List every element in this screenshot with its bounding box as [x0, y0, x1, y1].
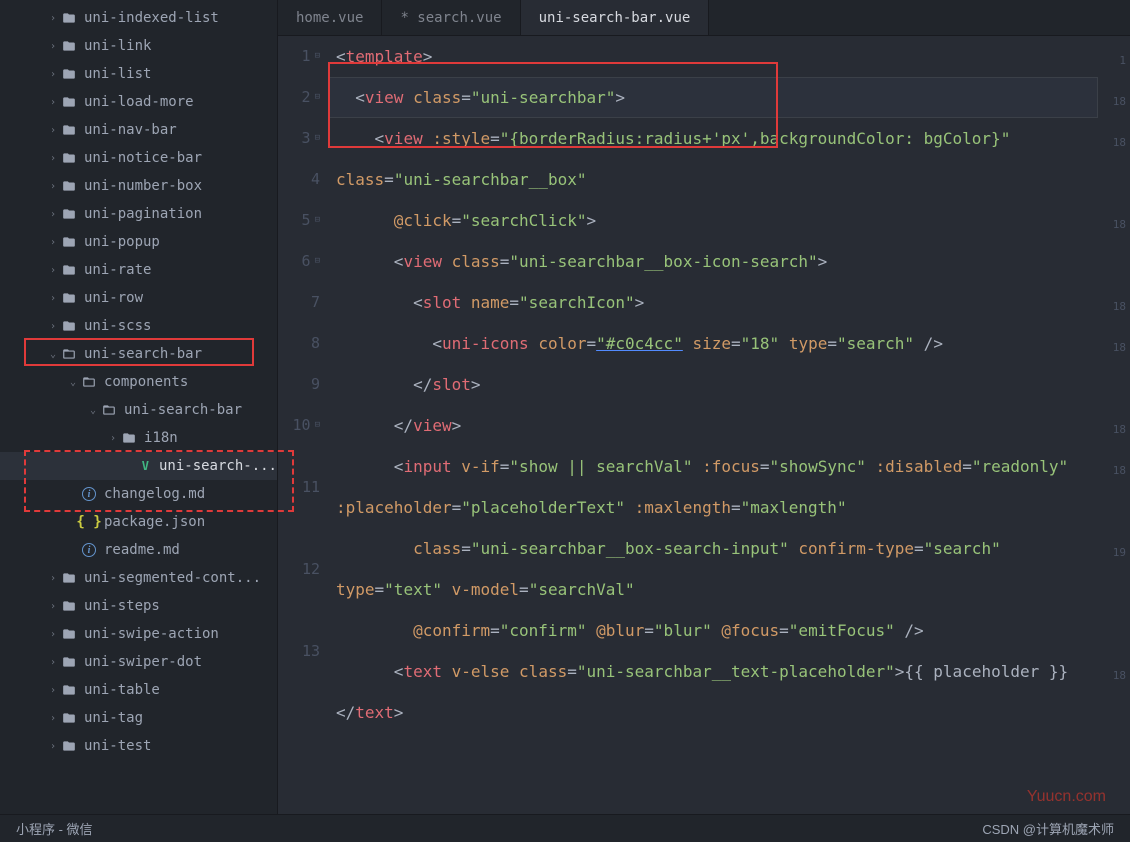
tree-item-uni-search-bar[interactable]: ⌄uni-search-bar — [0, 340, 277, 368]
tree-item-label: uni-table — [84, 682, 160, 698]
folder-open-icon — [100, 403, 118, 417]
tree-item-label: uni-scss — [84, 318, 151, 334]
tree-item-uni-test[interactable]: ›uni-test — [0, 732, 277, 760]
tree-item-uni-table[interactable]: ›uni-table — [0, 676, 277, 704]
tree-item-label: i18n — [144, 430, 178, 446]
status-right: CSDN @计算机魔术师 — [982, 819, 1114, 838]
folder-icon — [60, 683, 78, 697]
folder-icon — [60, 39, 78, 53]
tree-item-changelog-md[interactable]: i changelog.md — [0, 480, 277, 508]
file-explorer[interactable]: ›uni-indexed-list›uni-link›uni-list›uni-… — [0, 0, 278, 842]
tree-item-label: uni-row — [84, 290, 143, 306]
tab-home[interactable]: home.vue — [278, 0, 382, 35]
tree-item-uni-load-more[interactable]: ›uni-load-more — [0, 88, 277, 116]
tree-item-uni-pagination[interactable]: ›uni-pagination — [0, 200, 277, 228]
tree-item-uni-search-bar[interactable]: ⌄uni-search-bar — [0, 396, 277, 424]
right-gutter: 1181818181818181918 — [1108, 36, 1130, 842]
tree-item-uni-notice-bar[interactable]: ›uni-notice-bar — [0, 144, 277, 172]
folder-icon — [120, 431, 138, 445]
tree-item-uni-swiper-dot[interactable]: ›uni-swiper-dot — [0, 648, 277, 676]
tree-item-uni-scss[interactable]: ›uni-scss — [0, 312, 277, 340]
folder-icon — [60, 319, 78, 333]
tree-item-label: components — [104, 374, 188, 390]
folder-open-icon — [80, 375, 98, 389]
tree-item-label: uni-nav-bar — [84, 122, 177, 138]
tree-item-label: uni-segmented-cont... — [84, 570, 261, 586]
tree-item-i18n[interactable]: ›i18n — [0, 424, 277, 452]
tree-item-uni-segmented-cont-[interactable]: ›uni-segmented-cont... — [0, 564, 277, 592]
tree-item-label: uni-load-more — [84, 94, 194, 110]
tree-item-label: uni-swiper-dot — [84, 654, 202, 670]
tree-item-label: uni-search-... — [159, 458, 277, 474]
tree-item-label: readme.md — [104, 542, 180, 558]
folder-icon — [60, 739, 78, 753]
vue-icon: V — [138, 459, 153, 473]
tree-item-label: package.json — [104, 514, 205, 530]
tree-item-uni-nav-bar[interactable]: ›uni-nav-bar — [0, 116, 277, 144]
tree-item-label: uni-indexed-list — [84, 10, 219, 26]
folder-icon — [60, 655, 78, 669]
tree-item-uni-indexed-list[interactable]: ›uni-indexed-list — [0, 4, 277, 32]
tree-item-label: uni-search-bar — [84, 346, 202, 362]
tree-item-uni-popup[interactable]: ›uni-popup — [0, 228, 277, 256]
tree-item-package-json[interactable]: { } package.json — [0, 508, 277, 536]
json-icon: { } — [80, 514, 98, 530]
tree-item-uni-search-[interactable]: Vuni-search-... — [0, 452, 277, 480]
tree-item-label: uni-number-box — [84, 178, 202, 194]
tree-item-label: uni-test — [84, 738, 151, 754]
tree-item-components[interactable]: ⌄components — [0, 368, 277, 396]
folder-icon — [60, 263, 78, 277]
folder-icon — [60, 179, 78, 193]
tree-item-label: changelog.md — [104, 486, 205, 502]
tree-item-label: uni-steps — [84, 598, 160, 614]
tree-item-label: uni-notice-bar — [84, 150, 202, 166]
folder-icon — [60, 235, 78, 249]
folder-icon — [60, 571, 78, 585]
tree-item-label: uni-search-bar — [124, 402, 242, 418]
folder-icon — [60, 627, 78, 641]
tab-search[interactable]: * search.vue — [382, 0, 520, 35]
tree-item-uni-link[interactable]: ›uni-link — [0, 32, 277, 60]
folder-icon — [60, 67, 78, 81]
tree-item-label: uni-rate — [84, 262, 151, 278]
tree-item-uni-row[interactable]: ›uni-row — [0, 284, 277, 312]
tree-item-label: uni-popup — [84, 234, 160, 250]
folder-icon — [60, 95, 78, 109]
tree-item-uni-steps[interactable]: ›uni-steps — [0, 592, 277, 620]
tree-item-uni-swipe-action[interactable]: ›uni-swipe-action — [0, 620, 277, 648]
code-editor[interactable]: <template> <view class="uni-searchbar"> … — [328, 36, 1108, 842]
folder-open-icon — [60, 347, 78, 361]
folder-icon — [60, 291, 78, 305]
watermark: Yuucn.com — [1027, 788, 1106, 806]
tab-uni-search-bar[interactable]: uni-search-bar.vue — [521, 0, 710, 35]
tree-item-readme-md[interactable]: i readme.md — [0, 536, 277, 564]
folder-icon — [60, 11, 78, 25]
info-icon: i — [80, 543, 98, 557]
tree-item-label: uni-tag — [84, 710, 143, 726]
editor-area: home.vue * search.vue uni-search-bar.vue… — [278, 0, 1130, 842]
tree-item-label: uni-pagination — [84, 206, 202, 222]
status-left: 小程序 - 微信 — [16, 819, 93, 838]
status-bar: 小程序 - 微信 CSDN @计算机魔术师 — [0, 814, 1130, 842]
tree-item-label: uni-link — [84, 38, 151, 54]
info-icon: i — [80, 487, 98, 501]
editor-tabs: home.vue * search.vue uni-search-bar.vue — [278, 0, 1130, 36]
folder-icon — [60, 599, 78, 613]
tree-item-uni-list[interactable]: ›uni-list — [0, 60, 277, 88]
folder-icon — [60, 711, 78, 725]
folder-icon — [60, 123, 78, 137]
tree-item-uni-rate[interactable]: ›uni-rate — [0, 256, 277, 284]
folder-icon — [60, 207, 78, 221]
tree-item-label: uni-list — [84, 66, 151, 82]
folder-icon — [60, 151, 78, 165]
tree-item-uni-number-box[interactable]: ›uni-number-box — [0, 172, 277, 200]
tree-item-label: uni-swipe-action — [84, 626, 219, 642]
tree-item-uni-tag[interactable]: ›uni-tag — [0, 704, 277, 732]
line-gutter: 1⊟ 2⊟ 3⊟ 4 5⊟ 6⊟ 7 8 9 10⊟ 11 12 13 — [278, 36, 328, 842]
